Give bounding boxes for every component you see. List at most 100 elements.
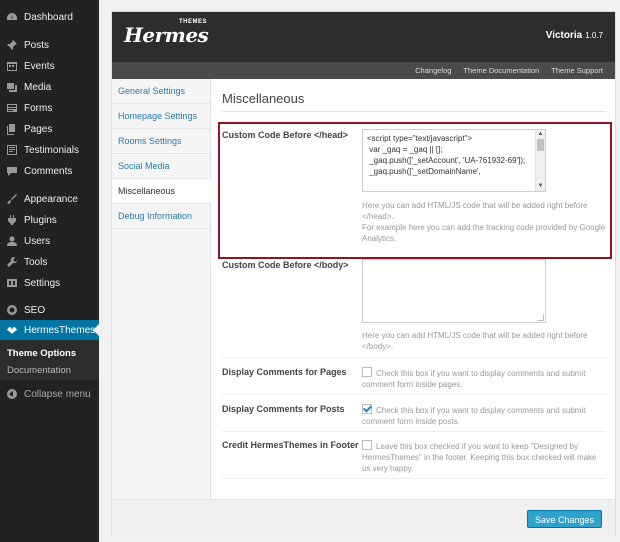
users-icon (5, 234, 19, 248)
menu-hermesthemes[interactable]: HermesThemes (0, 320, 99, 340)
head-code-label: Custom Code Before </head> (222, 130, 349, 140)
resize-grip-icon[interactable] (537, 314, 544, 321)
theme-name: Victoria 1.0.7 (546, 30, 603, 41)
menu-users[interactable]: Users (0, 231, 99, 251)
menu-testimonials[interactable]: Testimonials (0, 140, 99, 160)
menu-forms[interactable]: Forms (0, 98, 99, 118)
tab-social-media[interactable]: Social Media (112, 154, 210, 179)
menu-label: Settings (24, 277, 61, 289)
menu-pages[interactable]: Pages (0, 119, 99, 139)
tab-homepage-settings[interactable]: Homepage Settings (112, 104, 210, 129)
head-help-text: Here you can add HTML/JS code that will … (362, 201, 588, 221)
pages-icon (5, 122, 19, 136)
panel-footer: Save Changes (112, 499, 615, 536)
options-tabs: General Settings Homepage Settings Rooms… (112, 79, 211, 499)
hermes-icon (5, 323, 19, 337)
divider (222, 111, 606, 112)
comments-pages-row: Check this box if you want to display co… (362, 367, 607, 390)
scroll-up-arrow-icon[interactable]: ▲ (537, 131, 544, 138)
menu-settings[interactable]: Settings (0, 273, 99, 293)
code-line: var _gaq = _gaq || []; (367, 145, 443, 154)
comments-pages-text: Check this box if you want to display co… (362, 369, 586, 389)
body-code-textarea[interactable] (362, 259, 546, 323)
theme-options-panel: Hermes THEMES Victoria 1.0.7 Changelog Th… (111, 11, 616, 536)
comments-icon (5, 164, 19, 178)
head-code-textarea[interactable]: <script type="text/javascript"> var _gaq… (362, 129, 546, 192)
logo-text: Hermes (124, 23, 209, 47)
menu-dashboard[interactable]: Dashboard (0, 7, 99, 27)
menu-plugins[interactable]: Plugins (0, 210, 99, 230)
active-indicator (93, 324, 99, 336)
scroll-down-arrow-icon[interactable]: ▼ (537, 183, 544, 190)
divider (222, 357, 606, 358)
menu-appearance[interactable]: Appearance (0, 189, 99, 209)
theme-documentation-link[interactable]: Theme Documentation (463, 66, 539, 75)
plugin-icon (5, 213, 19, 227)
credit-label: Credit HermesThemes in Footer (222, 440, 359, 450)
body-help-text: Here you can add HTML/JS code that will … (362, 331, 588, 351)
collapse-menu-button[interactable]: Collapse menu (0, 384, 99, 404)
divider (222, 478, 606, 479)
scrollbar-thumb[interactable] (537, 139, 544, 151)
theme-version: 1.0.7 (585, 31, 603, 40)
dashboard-icon (5, 10, 19, 24)
code-line: _gaq.push(['_setDomainName', (367, 167, 481, 176)
comments-posts-text: Check this box if you want to display co… (362, 406, 586, 426)
code-line: _gaq.push(['_setAccount', 'UA-761932-69'… (367, 156, 526, 165)
section-title: Miscellaneous (222, 91, 305, 106)
credit-row: Leave this box checked if you want to ke… (362, 440, 607, 474)
menu-label: Plugins (24, 214, 57, 226)
comments-pages-label: Display Comments for Pages (222, 367, 347, 377)
menu-events[interactable]: Events (0, 56, 99, 76)
divider (222, 431, 606, 432)
menu-media[interactable]: Media (0, 77, 99, 97)
settings-icon (5, 276, 19, 290)
menu-label: Dashboard (24, 11, 73, 23)
tab-debug-information[interactable]: Debug Information (112, 204, 210, 229)
tab-general-settings[interactable]: General Settings (112, 79, 210, 104)
menu-tools[interactable]: Tools (0, 252, 99, 272)
tab-rooms-settings[interactable]: Rooms Settings (112, 129, 210, 154)
credit-text: Leave this box checked if you want to ke… (362, 442, 597, 473)
comments-posts-row: Check this box if you want to display co… (362, 404, 607, 427)
textarea-scrollbar[interactable]: ▲ ▼ (535, 130, 545, 191)
seo-icon (5, 303, 19, 317)
testimonials-icon (5, 143, 19, 157)
logo-super: THEMES (179, 19, 208, 25)
menu-seo[interactable]: SEO (0, 300, 99, 320)
menu-comments[interactable]: Comments (0, 161, 99, 181)
save-changes-button[interactable]: Save Changes (526, 510, 602, 528)
comments-pages-checkbox[interactable] (362, 367, 372, 377)
menu-posts[interactable]: Posts (0, 35, 99, 55)
head-help-text-2: For example here you can add the trackin… (362, 223, 606, 243)
tab-miscellaneous[interactable]: Miscellaneous (112, 179, 211, 204)
brush-icon (5, 192, 19, 206)
panel-header: Hermes THEMES Victoria 1.0.7 (112, 12, 615, 62)
forms-icon (5, 101, 19, 115)
comments-posts-label: Display Comments for Posts (222, 404, 345, 414)
panel-nav: Changelog Theme Documentation Theme Supp… (112, 62, 615, 79)
wrench-icon (5, 255, 19, 269)
hermes-submenu: Theme Options Documentation (0, 340, 99, 380)
collapse-label: Collapse menu (24, 388, 91, 400)
menu-label: Comments (24, 165, 73, 177)
theme-name-text: Victoria (545, 30, 583, 41)
comments-posts-checkbox[interactable] (362, 404, 372, 414)
admin-sidebar: Dashboard Posts Events Media Forms Pages… (0, 0, 99, 542)
changelog-link[interactable]: Changelog (415, 66, 451, 75)
calendar-icon (5, 59, 19, 73)
submenu-documentation[interactable]: Documentation (7, 365, 71, 376)
submenu-theme-options[interactable]: Theme Options (7, 348, 76, 359)
media-icon (5, 80, 19, 94)
pin-icon (5, 38, 19, 52)
menu-label: Posts (24, 39, 50, 51)
menu-label: SEO (24, 304, 46, 316)
divider (222, 394, 606, 395)
menu-label: Forms (24, 102, 53, 114)
code-line: <script type="text/javascript"> (367, 134, 473, 143)
body-code-label: Custom Code Before </body> (222, 260, 349, 270)
theme-support-link[interactable]: Theme Support (551, 66, 603, 75)
menu-label: Events (24, 60, 55, 72)
hermes-logo: Hermes THEMES (124, 19, 209, 47)
credit-checkbox[interactable] (362, 440, 372, 450)
